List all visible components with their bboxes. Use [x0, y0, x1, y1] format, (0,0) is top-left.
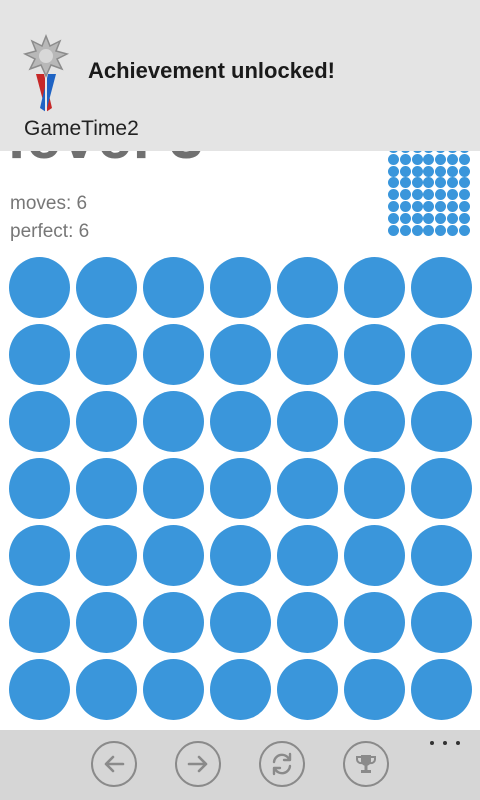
- toast-title: Achievement unlocked!: [88, 58, 335, 83]
- more-options-button[interactable]: [430, 736, 460, 750]
- board-dot[interactable]: [344, 458, 405, 519]
- board-dot[interactable]: [143, 257, 204, 318]
- board-dot[interactable]: [210, 659, 271, 720]
- board-dot[interactable]: [9, 391, 70, 452]
- board-dot[interactable]: [411, 257, 472, 318]
- board-dot[interactable]: [76, 257, 137, 318]
- arrow-left-icon: [104, 755, 125, 773]
- board-dot[interactable]: [76, 592, 137, 653]
- board-dot[interactable]: [277, 592, 338, 653]
- board-dot[interactable]: [143, 592, 204, 653]
- restart-button[interactable]: [259, 741, 305, 787]
- board-dot[interactable]: [76, 324, 137, 385]
- board-dot[interactable]: [76, 391, 137, 452]
- board-dot[interactable]: [210, 592, 271, 653]
- refresh-icon: [272, 752, 292, 776]
- board-dot[interactable]: [210, 257, 271, 318]
- achievement-toast[interactable]: Achievement unlocked! GameTime2: [0, 0, 480, 151]
- board-dot[interactable]: [277, 525, 338, 586]
- board-dot[interactable]: [277, 659, 338, 720]
- board-dot[interactable]: [143, 659, 204, 720]
- board-dot[interactable]: [143, 391, 204, 452]
- board-dot[interactable]: [210, 525, 271, 586]
- board-dot[interactable]: [76, 458, 137, 519]
- board-dot[interactable]: [411, 458, 472, 519]
- board-dot[interactable]: [344, 391, 405, 452]
- toast-app-name: GameTime2: [24, 117, 139, 140]
- board-dot[interactable]: [143, 324, 204, 385]
- ellipsis-icon: [443, 741, 447, 745]
- achievements-button[interactable]: [343, 741, 389, 787]
- app-bar: [0, 730, 480, 800]
- board-dot[interactable]: [277, 391, 338, 452]
- ellipsis-icon: [430, 741, 434, 745]
- arrow-right-icon: [187, 755, 208, 773]
- board-dot[interactable]: [9, 525, 70, 586]
- board-dot[interactable]: [411, 525, 472, 586]
- board-dot[interactable]: [277, 458, 338, 519]
- board-dot[interactable]: [143, 525, 204, 586]
- board-dot[interactable]: [411, 324, 472, 385]
- board-dot[interactable]: [344, 324, 405, 385]
- board-dot[interactable]: [277, 324, 338, 385]
- trophy-icon: [356, 755, 376, 773]
- board-dot[interactable]: [344, 257, 405, 318]
- board-dot[interactable]: [9, 257, 70, 318]
- board-dot[interactable]: [277, 257, 338, 318]
- board-dot[interactable]: [411, 659, 472, 720]
- board-dot[interactable]: [411, 592, 472, 653]
- board-dot[interactable]: [411, 391, 472, 452]
- board-dot[interactable]: [344, 525, 405, 586]
- medal-icon: [22, 34, 70, 112]
- board-dot[interactable]: [344, 592, 405, 653]
- forward-button[interactable]: [175, 741, 221, 787]
- back-button[interactable]: [91, 741, 137, 787]
- board-dot[interactable]: [210, 324, 271, 385]
- board-dot[interactable]: [9, 592, 70, 653]
- board-dot[interactable]: [210, 391, 271, 452]
- board-dot[interactable]: [76, 525, 137, 586]
- board-dot[interactable]: [76, 659, 137, 720]
- ellipsis-icon: [456, 741, 460, 745]
- board-dot[interactable]: [9, 659, 70, 720]
- board-dot[interactable]: [143, 458, 204, 519]
- board-dot[interactable]: [9, 324, 70, 385]
- board-dot[interactable]: [344, 659, 405, 720]
- board-dot[interactable]: [9, 458, 70, 519]
- board-dot[interactable]: [210, 458, 271, 519]
